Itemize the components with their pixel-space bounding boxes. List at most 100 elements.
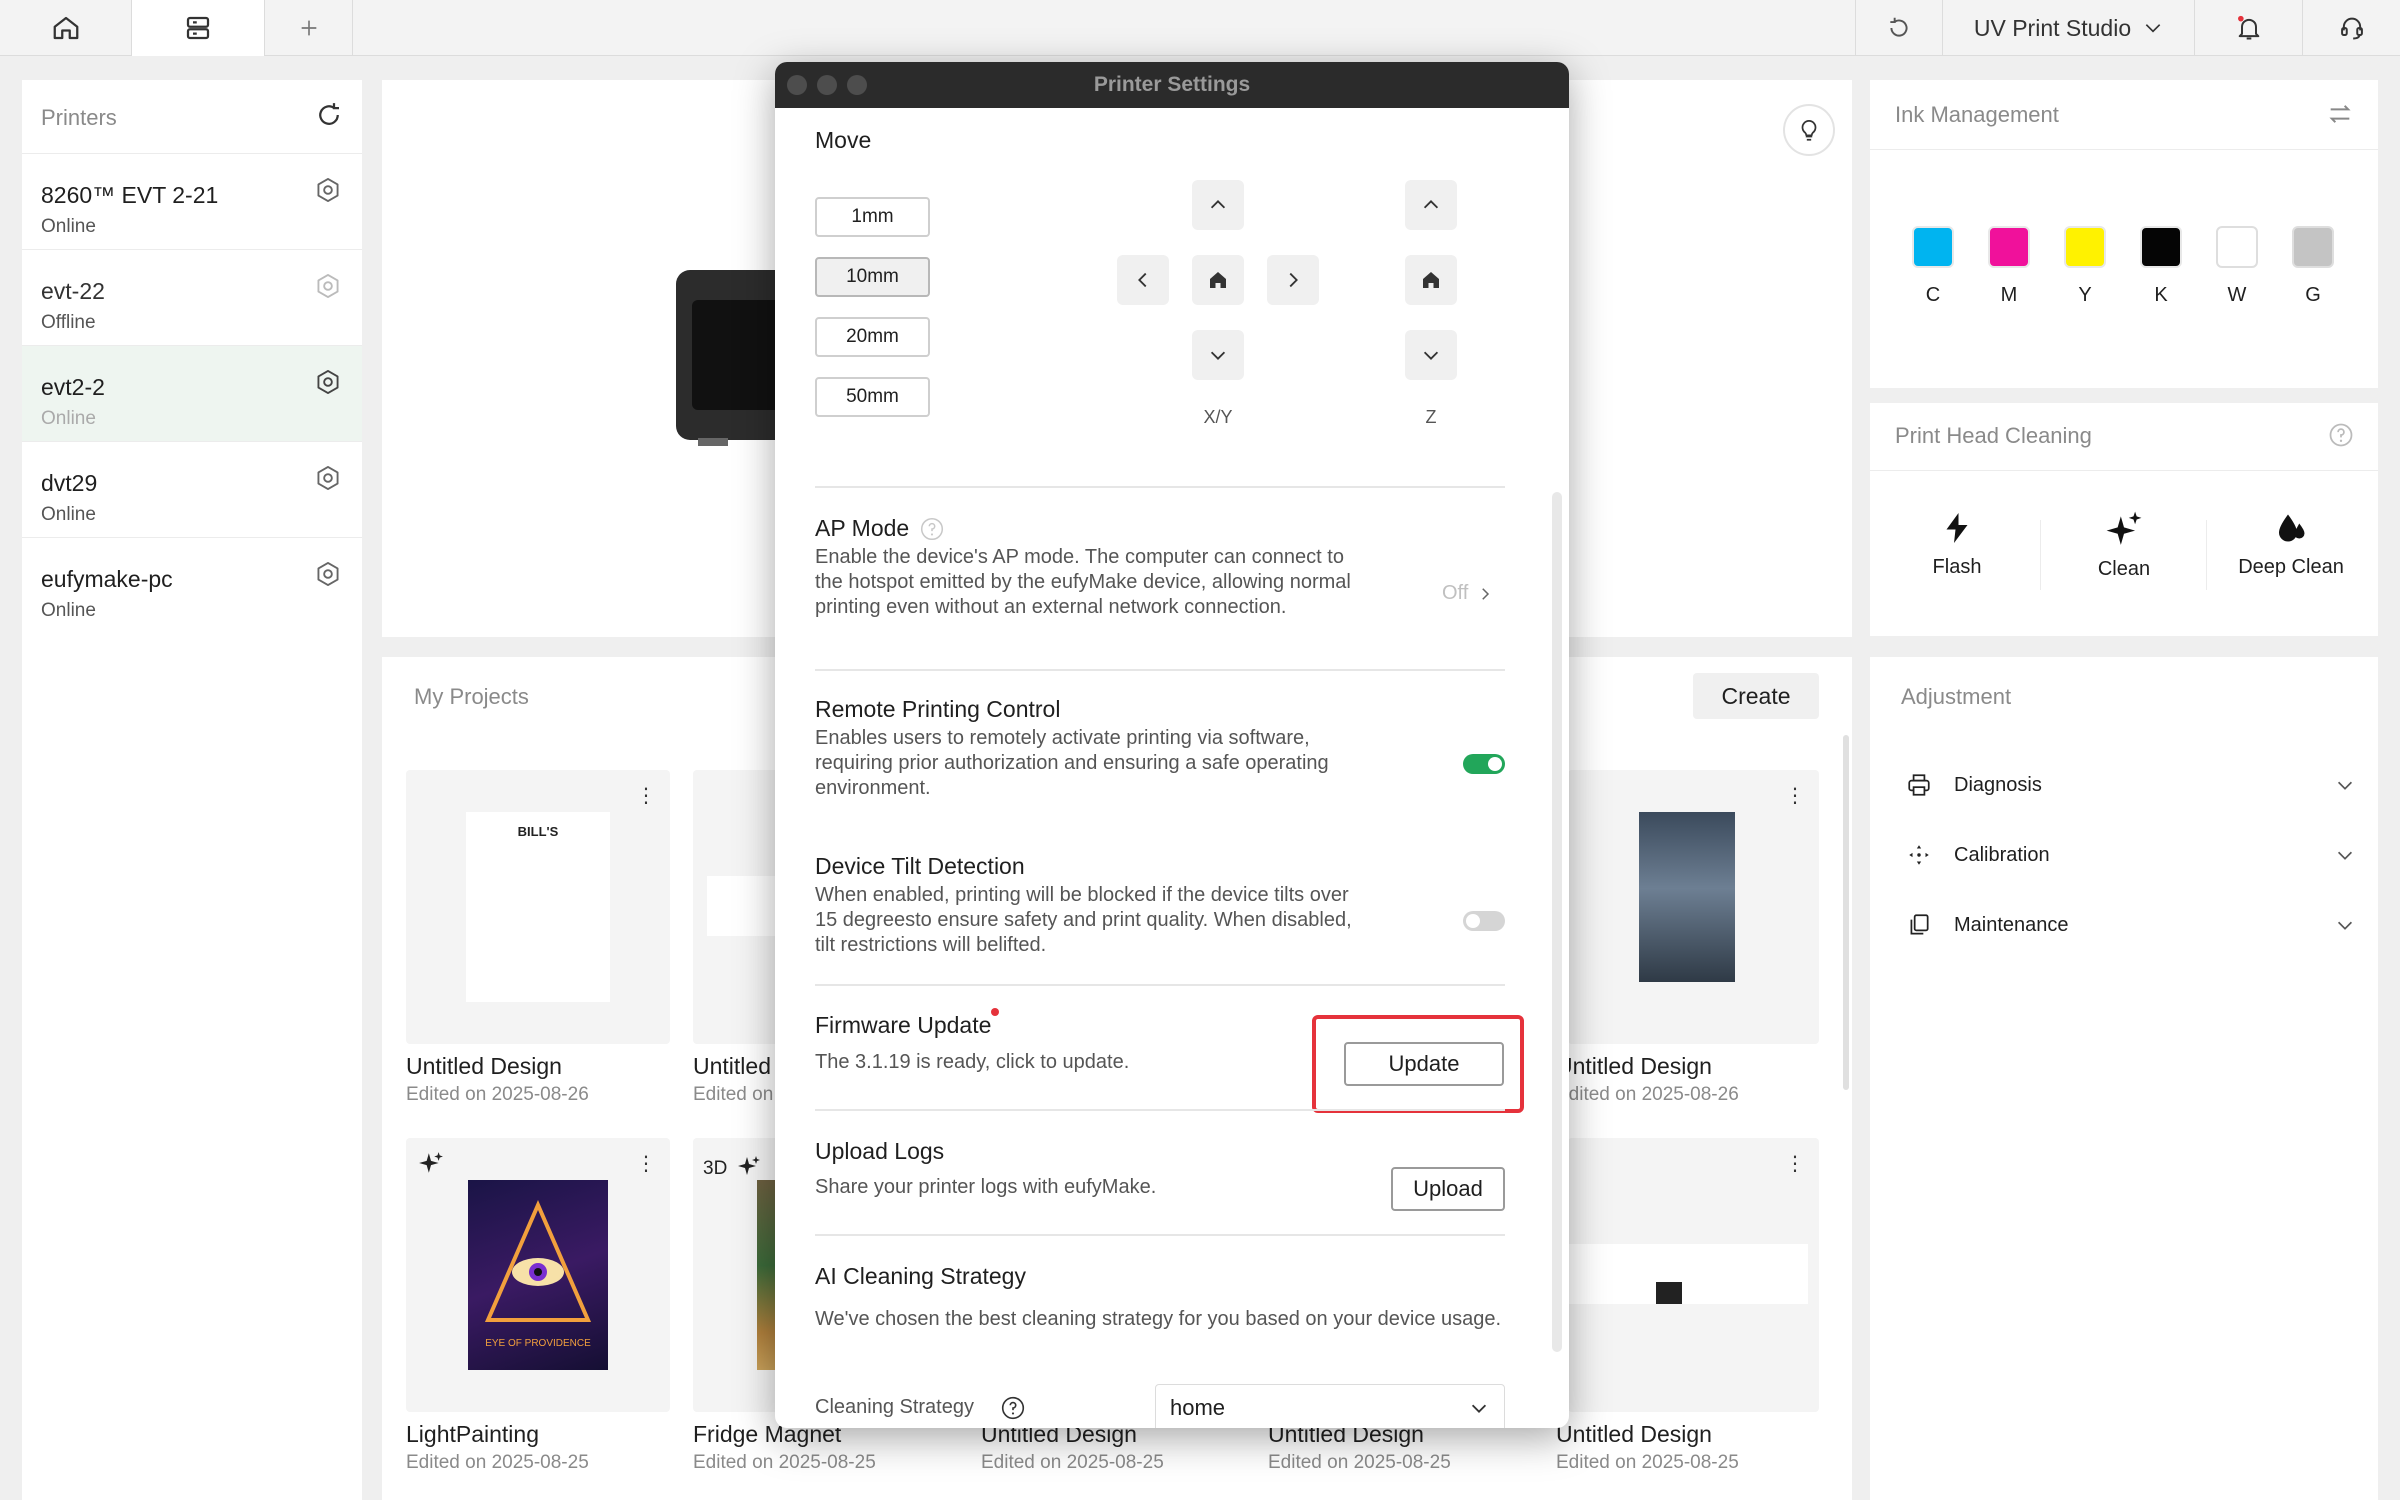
refresh-button[interactable] <box>1855 0 1943 56</box>
dialog-scrollbar[interactable] <box>1552 492 1562 1352</box>
diagnosis-label: Diagnosis <box>1954 773 2042 796</box>
step-20mm-button[interactable]: 20mm <box>815 317 930 357</box>
home-icon <box>1423 272 1439 288</box>
lightbulb-icon <box>1801 120 1817 141</box>
printer-row-selected[interactable]: evt2-2 Online <box>22 345 362 441</box>
new-tab-button[interactable] <box>265 0 353 56</box>
ink-label-k: K <box>2154 284 2168 306</box>
tips-button[interactable] <box>1783 104 1835 156</box>
divider <box>2040 520 2041 590</box>
flash-clean-button[interactable]: Flash <box>1877 510 2037 579</box>
home-tab[interactable] <box>0 0 132 56</box>
printer-name: eufymake-pc <box>41 566 173 592</box>
gear-icon[interactable] <box>314 560 342 588</box>
ink-swatch-w[interactable] <box>2216 226 2258 268</box>
remote-printing-description: Enables users to remotely activate print… <box>815 727 1329 799</box>
more-icon[interactable]: ⋮ <box>1785 786 1805 806</box>
gear-icon[interactable] <box>314 368 342 396</box>
chevron-down-icon <box>1423 351 1439 360</box>
calibration-label: Calibration <box>1954 843 2050 866</box>
z-axis-label: Z <box>1425 407 1437 427</box>
home-icon <box>1210 272 1226 288</box>
move-z-up-button[interactable] <box>1405 180 1457 230</box>
devices-tab[interactable] <box>132 0 265 56</box>
support-button[interactable] <box>2303 0 2400 56</box>
swap-icon[interactable] <box>2326 100 2354 128</box>
headset-icon <box>2340 17 2363 40</box>
project-date: Edited on 2025-08-26 <box>693 1084 775 1105</box>
clean-button[interactable]: Clean <box>2044 510 2204 581</box>
project-date: Edited on 2025-08-25 <box>1268 1452 1451 1473</box>
thumbnail-image: EYE OF PROVIDENCE <box>468 1180 608 1370</box>
printer-row[interactable]: eufymake-pc Online <box>22 537 362 633</box>
printer-row[interactable]: 8260™ EVT 2-21 Online <box>22 153 362 249</box>
dialog-title: Printer Settings <box>1093 73 1251 96</box>
thumbnail-text: EYE OF PROVIDENCE <box>485 1338 591 1349</box>
printers-title: Printers <box>41 105 117 130</box>
help-icon[interactable] <box>919 516 945 542</box>
sparkle-icon <box>2106 511 2142 545</box>
move-x-left-button[interactable] <box>1117 255 1169 305</box>
ai-cleaning-description: We've chosen the best cleaning strategy … <box>815 1308 1502 1330</box>
divider <box>815 486 1505 488</box>
upload-logs-title: Upload Logs <box>815 1138 945 1164</box>
ink-label-w: W <box>2227 284 2247 306</box>
thumbnail-image <box>1656 1282 1682 1304</box>
home-xy-button[interactable] <box>1192 255 1244 305</box>
remote-printing-toggle[interactable] <box>1463 754 1505 774</box>
cleaning-strategy-select[interactable]: home <box>1155 1384 1505 1428</box>
move-x-right-button[interactable] <box>1267 255 1319 305</box>
project-card-thumbnail[interactable]: ⋮ <box>1568 1138 1819 1412</box>
printer-row[interactable]: dvt29 Online <box>22 441 362 537</box>
step-1mm-button[interactable]: 1mm <box>815 197 930 237</box>
deep-clean-button[interactable]: Deep Clean <box>2211 510 2371 579</box>
ap-mode-description: Enable the device's AP mode. The compute… <box>815 546 1351 618</box>
project-name: Untitled Design <box>1556 1421 1712 1447</box>
studio-selector[interactable]: UV Print Studio <box>1943 0 2195 56</box>
chevron-down-icon <box>1210 351 1226 360</box>
refresh-printers-button[interactable] <box>314 100 344 130</box>
divider <box>815 669 1505 671</box>
chevron-right-icon <box>1289 272 1298 288</box>
update-button[interactable]: Update <box>1344 1042 1504 1086</box>
project-card-thumbnail[interactable]: ⋮ <box>1568 770 1819 1044</box>
diagnosis-row[interactable]: Diagnosis <box>1906 765 2356 805</box>
sparkle-icon <box>419 1152 443 1173</box>
chevron-left-icon <box>1138 272 1147 288</box>
ink-swatch-y[interactable] <box>2064 226 2106 268</box>
tilt-detection-toggle[interactable] <box>1463 911 1505 931</box>
printer-row[interactable]: evt-22 Offline <box>22 249 362 345</box>
step-10mm-button[interactable]: 10mm <box>815 257 930 297</box>
firmware-update-title: Firmware Update <box>815 1012 992 1038</box>
create-button[interactable]: Create <box>1693 673 1819 719</box>
gear-icon[interactable] <box>314 272 342 300</box>
more-icon[interactable]: ⋮ <box>1785 1154 1805 1174</box>
maintenance-row[interactable]: Maintenance <box>1906 905 2356 945</box>
home-z-button[interactable] <box>1405 255 1457 305</box>
more-icon[interactable]: ⋮ <box>636 786 656 806</box>
move-z-down-button[interactable] <box>1405 330 1457 380</box>
ink-swatch-g[interactable] <box>2292 226 2334 268</box>
chevron-down-icon <box>2145 24 2161 33</box>
flash-label: Flash <box>1932 556 1982 578</box>
printer-name: 8260™ EVT 2-21 <box>41 182 219 208</box>
projects-scrollbar[interactable] <box>1843 735 1849 1090</box>
ink-swatch-c[interactable] <box>1912 226 1954 268</box>
project-card-thumbnail[interactable]: BILL'S ⋮ <box>406 770 670 1044</box>
move-y-down-button[interactable] <box>1192 330 1244 380</box>
move-y-up-button[interactable] <box>1192 180 1244 230</box>
help-icon[interactable] <box>2327 421 2355 449</box>
ink-swatch-m[interactable] <box>1988 226 2030 268</box>
gear-icon[interactable] <box>314 176 342 204</box>
notifications-button[interactable] <box>2195 0 2303 56</box>
ap-mode-selector[interactable]: Off <box>1442 582 1494 605</box>
gear-icon[interactable] <box>314 464 342 492</box>
deep-clean-label: Deep Clean <box>2238 556 2344 578</box>
project-card-thumbnail[interactable]: EYE OF PROVIDENCE ⋮ <box>406 1138 670 1412</box>
more-icon[interactable]: ⋮ <box>636 1154 656 1174</box>
calibration-row[interactable]: Calibration <box>1906 835 2356 875</box>
ink-swatch-k[interactable] <box>2140 226 2182 268</box>
help-icon[interactable] <box>1000 1395 1026 1421</box>
step-50mm-button[interactable]: 50mm <box>815 377 930 417</box>
upload-button[interactable]: Upload <box>1391 1167 1505 1211</box>
